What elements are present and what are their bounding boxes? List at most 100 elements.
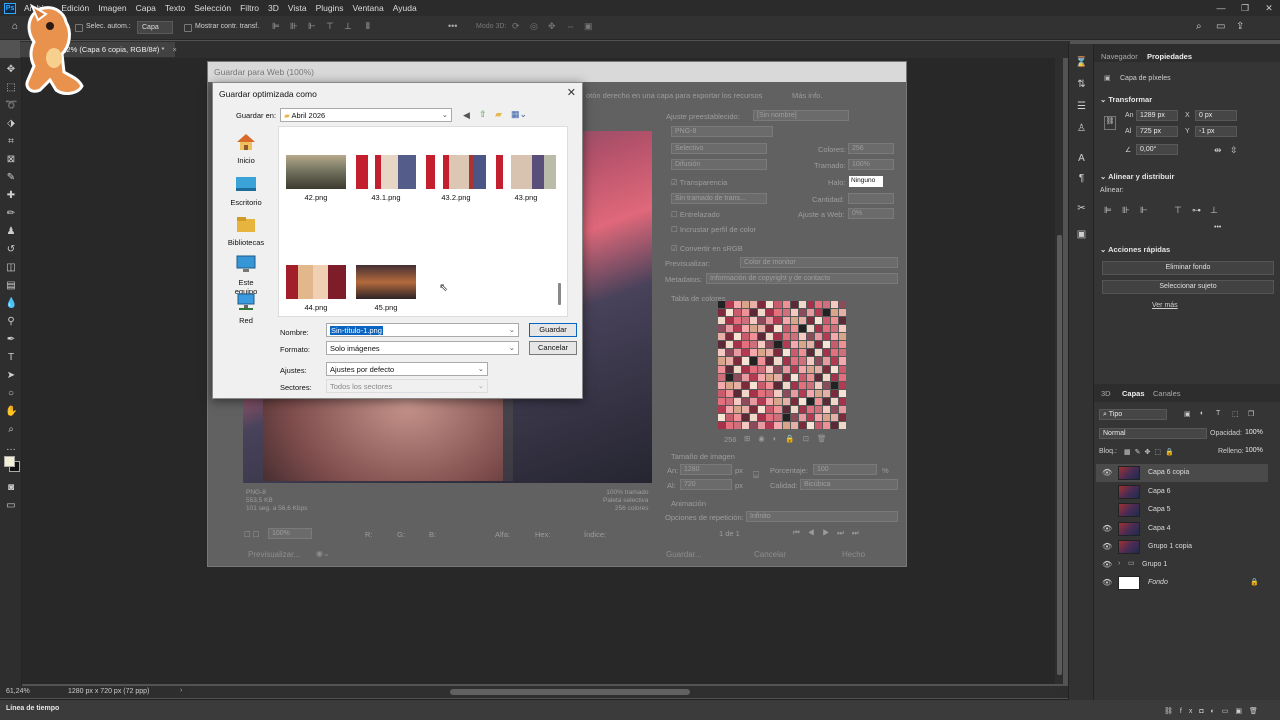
search-icon[interactable]: ⌕ <box>1196 21 1208 33</box>
opacity-field[interactable]: 100% <box>1242 428 1270 439</box>
done-button[interactable]: Hecho <box>842 550 865 559</box>
color-swatch[interactable] <box>766 301 774 309</box>
color-swatch[interactable] <box>758 405 766 413</box>
type-tool-icon[interactable]: T <box>5 352 17 364</box>
visibility-eye-icon[interactable]: 👁 <box>1102 578 1112 587</box>
color-swatch[interactable] <box>798 349 806 357</box>
lock-icons[interactable]: ▦✎✥⬚🔒 <box>1124 448 1178 456</box>
reduction-dropdown[interactable]: Selectivo <box>671 143 767 154</box>
color-swatch[interactable] <box>758 309 766 317</box>
color-swatch[interactable] <box>806 389 814 397</box>
color-swatch[interactable] <box>718 413 726 421</box>
color-swatch[interactable] <box>782 325 790 333</box>
color-swatch[interactable] <box>806 325 814 333</box>
color-swatch[interactable] <box>838 309 846 317</box>
color-swatch[interactable] <box>774 421 782 429</box>
align-right-edges-icon[interactable]: ⊩ <box>1140 205 1148 216</box>
color-swatch[interactable] <box>814 349 822 357</box>
blur-tool-icon[interactable]: 💧 <box>5 298 17 310</box>
color-swatch[interactable] <box>758 365 766 373</box>
color-swatch[interactable] <box>758 373 766 381</box>
color-swatch[interactable] <box>718 397 726 405</box>
color-swatch[interactable] <box>790 341 798 349</box>
expand-group-icon[interactable]: › <box>1118 560 1120 567</box>
color-swatch[interactable] <box>774 413 782 421</box>
visibility-eye-icon[interactable]: 👁 <box>1102 560 1112 569</box>
color-swatch[interactable] <box>734 397 742 405</box>
up-folder-icon[interactable]: ⇧ <box>479 109 487 120</box>
color-swatch[interactable] <box>774 325 782 333</box>
color-swatch[interactable] <box>750 341 758 349</box>
tab-propiedades[interactable]: Propiedades <box>1147 52 1192 61</box>
back-icon[interactable]: ◀ <box>463 110 470 121</box>
color-swatch[interactable] <box>822 389 830 397</box>
color-swatch[interactable] <box>798 333 806 341</box>
color-swatch[interactable] <box>822 373 830 381</box>
width-field[interactable]: 1289 px <box>1136 110 1178 121</box>
select-subject-button[interactable]: Seleccionar sujeto <box>1102 280 1274 294</box>
color-swatch[interactable] <box>798 397 806 405</box>
color-swatch[interactable] <box>806 309 814 317</box>
more-options-icon[interactable]: ••• <box>448 21 460 33</box>
color-swatch[interactable] <box>838 373 846 381</box>
color-swatch[interactable] <box>814 341 822 349</box>
toggle-slices-icon[interactable]: ☐ ☐ <box>244 530 260 539</box>
color-swatch[interactable] <box>806 357 814 365</box>
color-swatch[interactable] <box>838 341 846 349</box>
color-swatch[interactable] <box>726 301 734 309</box>
tab-navegador[interactable]: Navegador <box>1101 52 1138 61</box>
color-swatch[interactable] <box>782 421 790 429</box>
marquee-tool-icon[interactable]: ⬚ <box>5 82 17 94</box>
color-swatch[interactable] <box>734 333 742 341</box>
view-menu-icon[interactable]: ▦⌄ <box>511 109 527 120</box>
color-swatch[interactable] <box>790 333 798 341</box>
color-swatch[interactable] <box>774 317 782 325</box>
color-swatch[interactable] <box>814 381 822 389</box>
color-swatch[interactable] <box>726 365 734 373</box>
color-swatch[interactable] <box>750 301 758 309</box>
color-swatch[interactable] <box>814 365 822 373</box>
tab-3d[interactable]: 3D <box>1101 389 1111 398</box>
file-list-scrollbar[interactable] <box>558 283 561 305</box>
color-swatch[interactable] <box>838 381 846 389</box>
color-swatch[interactable] <box>718 421 726 429</box>
eraser-tool-icon[interactable]: ◫ <box>5 262 17 274</box>
roll-3d-icon[interactable]: ◎ <box>530 21 542 33</box>
color-swatch[interactable] <box>806 413 814 421</box>
fill-field[interactable]: 100% <box>1242 446 1270 457</box>
color-swatch[interactable] <box>790 325 798 333</box>
color-swatch[interactable] <box>814 301 822 309</box>
color-swatch[interactable] <box>822 341 830 349</box>
color-swatch[interactable] <box>774 397 782 405</box>
color-swatch[interactable] <box>742 325 750 333</box>
color-swatch[interactable] <box>758 413 766 421</box>
share-icon[interactable]: ⇪ <box>1236 21 1248 33</box>
color-swatch[interactable] <box>742 341 750 349</box>
status-zoom[interactable]: 61,24% <box>6 688 30 695</box>
path-selection-tool-icon[interactable]: ➤ <box>5 370 17 382</box>
interlaced-checkbox[interactable]: ☐ Entrelazado <box>671 210 720 219</box>
color-swatch[interactable] <box>774 381 782 389</box>
color-swatch[interactable] <box>726 389 734 397</box>
color-swatch[interactable] <box>758 325 766 333</box>
save-button[interactable]: Guardar... <box>666 550 702 559</box>
color-swatch[interactable] <box>726 421 734 429</box>
file-item[interactable]: 45.png <box>355 265 417 312</box>
color-swatch[interactable] <box>838 421 846 429</box>
paragraph-panel-icon[interactable]: ¶ <box>1075 172 1088 185</box>
color-swatch[interactable] <box>742 381 750 389</box>
color-swatch[interactable] <box>726 413 734 421</box>
color-swatch[interactable] <box>806 405 814 413</box>
color-swatch[interactable] <box>790 317 798 325</box>
color-swatch[interactable] <box>790 349 798 357</box>
color-swatch[interactable] <box>798 405 806 413</box>
color-swatch[interactable] <box>822 405 830 413</box>
color-swatch[interactable] <box>750 349 758 357</box>
animation-controls[interactable]: ⏮◀▶⏭⏭ <box>793 528 867 538</box>
align-center-icon[interactable]: ⊪ <box>290 21 302 33</box>
color-swatch[interactable] <box>750 309 758 317</box>
color-swatch[interactable] <box>830 389 838 397</box>
convert-srgb-checkbox[interactable]: ☑ Convertir en sRGB <box>671 244 743 253</box>
color-swatch[interactable] <box>750 421 758 429</box>
color-swatch[interactable] <box>758 421 766 429</box>
